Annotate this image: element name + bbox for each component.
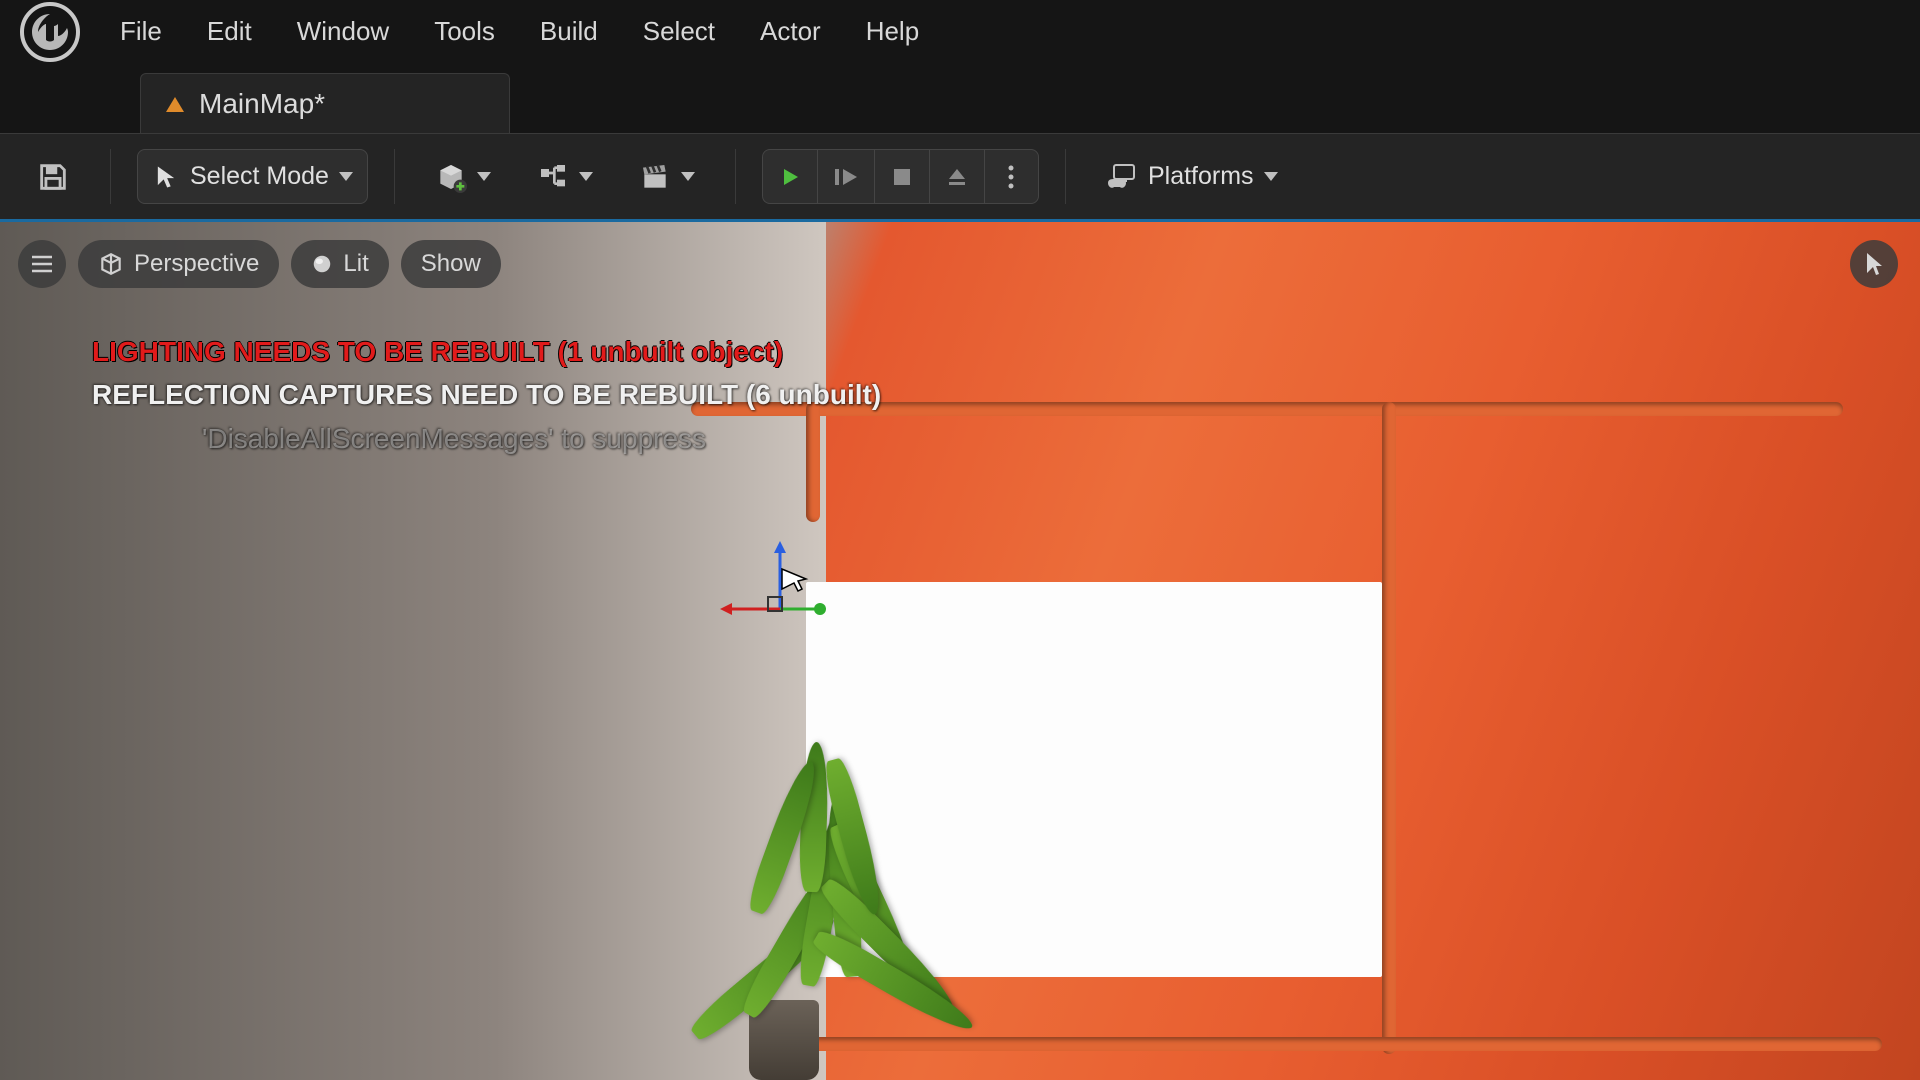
level-icon [163, 92, 187, 116]
save-button[interactable] [22, 149, 84, 204]
separator [110, 149, 111, 204]
viewport-overlay: Perspective Lit Show [18, 240, 501, 288]
suppress-hint: 'DisableAllScreenMessages' to suppress [92, 417, 881, 460]
menu-build[interactable]: Build [540, 16, 598, 47]
tab-mainmap[interactable]: MainMap* [140, 73, 510, 133]
kebab-icon [1007, 164, 1015, 190]
hamburger-icon [30, 255, 54, 273]
blueprint-button[interactable] [523, 149, 607, 204]
stop-icon [891, 166, 913, 188]
select-mode-dropdown[interactable]: Select Mode [137, 149, 368, 204]
tab-label: MainMap* [199, 88, 325, 120]
perspective-dropdown[interactable]: Perspective [78, 240, 279, 288]
menu-actor[interactable]: Actor [760, 16, 821, 47]
show-dropdown[interactable]: Show [401, 240, 501, 288]
viewport-menu-button[interactable] [18, 240, 66, 288]
menu-window[interactable]: Window [297, 16, 389, 47]
menu-tools[interactable]: Tools [434, 16, 495, 47]
menu-file[interactable]: File [120, 16, 162, 47]
menu-edit[interactable]: Edit [207, 16, 252, 47]
lit-label: Lit [343, 250, 368, 278]
play-controls [762, 149, 1039, 204]
cube-add-icon [435, 161, 467, 193]
viewport-cursor-button[interactable] [1850, 240, 1898, 288]
play-button[interactable] [762, 149, 817, 204]
select-mode-label: Select Mode [190, 162, 329, 191]
step-icon [832, 165, 860, 189]
blueprint-icon [537, 161, 569, 193]
lighting-warning: LIGHTING NEEDS TO BE REBUILT (1 unbuilt … [92, 330, 881, 373]
chevron-down-icon [339, 172, 353, 181]
platforms-label: Platforms [1148, 162, 1254, 191]
chevron-down-icon [681, 172, 695, 181]
play-options-button[interactable] [984, 149, 1039, 204]
unreal-logo[interactable] [10, 0, 90, 64]
eject-button[interactable] [929, 149, 984, 204]
chevron-down-icon [579, 172, 593, 181]
clapboard-icon [639, 161, 671, 193]
play-icon [778, 163, 802, 191]
toolbar: Select Mode [0, 133, 1920, 219]
chevron-down-icon [1264, 172, 1278, 181]
menu-help[interactable]: Help [866, 16, 919, 47]
menu-select[interactable]: Select [643, 16, 715, 47]
gamepad-monitor-icon [1106, 163, 1138, 191]
platforms-dropdown[interactable]: Platforms [1092, 149, 1292, 204]
separator [394, 149, 395, 204]
transform-gizmo[interactable] [720, 539, 840, 659]
separator [735, 149, 736, 204]
viewport[interactable]: Perspective Lit Show LIGHTING NEEDS TO B… [0, 219, 1920, 1080]
stop-button[interactable] [874, 149, 929, 204]
cursor-icon [1864, 251, 1884, 277]
add-content-button[interactable] [421, 149, 505, 204]
menu-bar: File Edit Window Tools Build Select Acto… [0, 0, 1920, 63]
cube-icon [98, 251, 124, 277]
show-label: Show [421, 250, 481, 278]
cursor-select-icon [152, 163, 180, 191]
reflection-warning: REFLECTION CAPTURES NEED TO BE REBUILT (… [92, 373, 881, 416]
floppy-icon [36, 160, 70, 194]
step-button[interactable] [817, 149, 874, 204]
perspective-label: Perspective [134, 250, 259, 278]
cinematics-button[interactable] [625, 149, 709, 204]
separator [1065, 149, 1066, 204]
viewport-warnings: LIGHTING NEEDS TO BE REBUILT (1 unbuilt … [92, 330, 881, 460]
tab-row: MainMap* [0, 63, 1920, 133]
sphere-icon [311, 253, 333, 275]
lit-dropdown[interactable]: Lit [291, 240, 388, 288]
eject-icon [945, 165, 969, 189]
chevron-down-icon [477, 172, 491, 181]
